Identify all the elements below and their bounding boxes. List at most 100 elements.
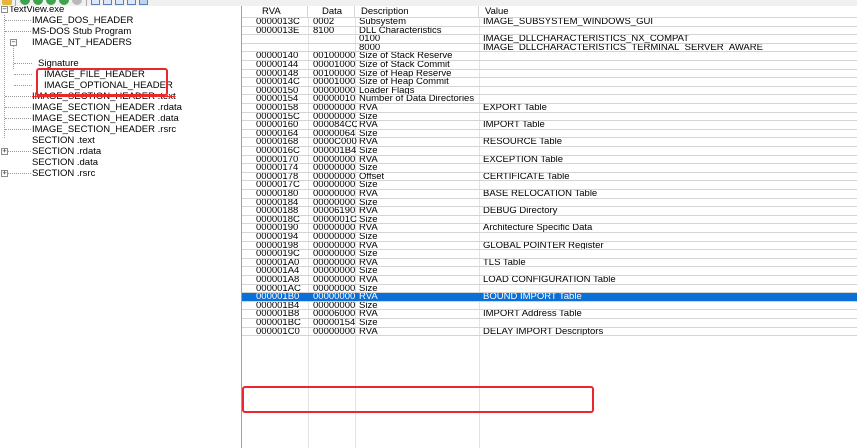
cell-data: 00000000 <box>313 241 356 251</box>
cell-description: Size <box>359 233 378 242</box>
cell-value: IMPORT Table <box>483 121 545 130</box>
table-row[interactable]: 0000016C 000001B4 Size <box>242 147 857 156</box>
table-row[interactable]: 000001B0 00000000 RVA BOUND IMPORT Table <box>242 293 857 302</box>
cell-data: 00000000 <box>313 155 356 165</box>
table-row[interactable]: 00000168 0000C000 RVA RESOURCE Table <box>242 138 857 147</box>
cell-rva: 00000180 <box>256 190 299 199</box>
cell-value <box>483 250 853 258</box>
cell-description: 8000 <box>359 43 381 53</box>
table-row[interactable]: 00000154 00000010 Number of Data Directori… <box>242 95 857 104</box>
column-header-description[interactable]: Description <box>355 6 479 17</box>
table-row[interactable]: 00000160 000084CC RVA IMPORT Table <box>242 121 857 130</box>
refresh-icon[interactable] <box>59 0 69 5</box>
table-row[interactable]: 0000017C 00000000 Size <box>242 181 857 190</box>
table-row[interactable]: 0000014C 00001000 Size of Heap Commit <box>242 78 857 87</box>
cell-data: 00000000 <box>313 327 356 337</box>
tree-guide <box>5 151 31 152</box>
expand-toggle-icon[interactable]: + <box>1 148 8 155</box>
table-row[interactable]: 000001BC 00000154 Size <box>242 319 857 328</box>
table-row[interactable]: 0000019C 00000000 Size <box>242 250 857 259</box>
tile-icon[interactable] <box>139 0 148 5</box>
grid-icon[interactable] <box>103 0 112 5</box>
column-header-value[interactable]: Value <box>479 6 857 17</box>
cell-description: Loader Flags <box>359 86 415 96</box>
cell-value <box>483 70 853 78</box>
back-icon[interactable] <box>20 0 30 5</box>
table-row[interactable]: 000001A8 00000000 RVA LOAD CONFIGURATION Ta… <box>242 276 857 285</box>
view-icon[interactable] <box>91 0 100 5</box>
collapse-toggle-icon[interactable]: − <box>1 6 8 13</box>
table-row[interactable]: 00000144 00001000 Size of Stack Commit <box>242 61 857 70</box>
open-folder-icon[interactable] <box>2 0 12 5</box>
tree-item-section-rdata[interactable]: SECTION .rdata <box>32 146 101 157</box>
forward-icon[interactable] <box>33 0 43 5</box>
tree-item-section-header-rsrc[interactable]: IMAGE_SECTION_HEADER .rsrc <box>32 124 176 135</box>
table-row[interactable]: 00000174 00000000 Size <box>242 164 857 173</box>
table-row[interactable]: 00000148 00100000 Size of Heap Reserve <box>242 70 857 79</box>
table-row[interactable]: 000001B4 00000000 Size <box>242 302 857 311</box>
cell-rva: 0000016C <box>256 147 300 156</box>
details-icon[interactable] <box>127 0 136 5</box>
cell-rva: 00000150 <box>256 86 299 96</box>
tree-item-section-header-data[interactable]: IMAGE_SECTION_HEADER .data <box>32 113 179 124</box>
table-row[interactable]: 00000180 00000000 RVA BASE RELOCATION Table <box>242 190 857 199</box>
table-row[interactable]: 0100 IMAGE_DLLCHARACTERISTICS_NX_COMPAT <box>242 35 857 44</box>
tree-item-nt-headers[interactable]: IMAGE_NT_HEADERS <box>32 37 132 48</box>
cell-value <box>483 87 853 95</box>
table-row[interactable]: 000001A0 00000000 RVA TLS Table <box>242 259 857 268</box>
cell-data: 00000000 <box>313 267 356 276</box>
cell-value <box>483 302 853 310</box>
tree-item-section-data[interactable]: SECTION .data <box>32 157 98 168</box>
stop-icon[interactable] <box>72 0 82 5</box>
table-row[interactable]: 00000178 00000000 Offset CERTIFICATE Table <box>242 173 857 182</box>
tree-item-dos-header[interactable]: IMAGE_DOS_HEADER <box>32 15 133 26</box>
table-row[interactable]: 00000170 00000000 RVA EXCEPTION Table <box>242 156 857 165</box>
cell-rva: 00000140 <box>256 52 299 61</box>
table-row[interactable]: 00000140 00100000 Size of Stack Reserve <box>242 52 857 61</box>
cell-rva: 000001BC <box>256 319 301 328</box>
cell-data: 00000000 <box>313 164 356 173</box>
expand-toggle-icon[interactable]: + <box>1 170 8 177</box>
cell-value: EXCEPTION Table <box>483 155 564 165</box>
table-row[interactable]: 00000194 00000000 Size <box>242 233 857 242</box>
table-row[interactable]: 0000013E 8100 DLL Characteristics <box>242 27 857 36</box>
table-row[interactable]: 00000188 00006190 RVA DEBUG Directory <box>242 207 857 216</box>
column-header-data[interactable]: Data <box>308 6 355 17</box>
table-row[interactable]: 00000158 00000000 RVA EXPORT Table <box>242 104 857 113</box>
table-row[interactable]: 00000190 00000000 RVA Architecture Specific… <box>242 224 857 233</box>
table-row[interactable]: 00000184 00000000 Size <box>242 199 857 208</box>
cell-rva: 0000017C <box>256 181 300 190</box>
cell-description: Size <box>359 181 378 190</box>
table-row[interactable]: 00000198 00000000 RVA GLOBAL POINTER Regist… <box>242 242 857 251</box>
cell-data: 00000000 <box>313 172 356 182</box>
table-row[interactable]: 0000015C 00000000 Size <box>242 113 857 122</box>
tree-item-dos-stub[interactable]: MS-DOS Stub Program <box>32 26 131 37</box>
table-row[interactable]: 000001A4 00000000 Size <box>242 267 857 276</box>
column-header-rva[interactable]: RVA <box>242 6 308 17</box>
tree-guide <box>14 85 32 86</box>
table-row[interactable]: 0000013C 0002 Subsystem IMAGE_SUBSYSTEM_WIN… <box>242 18 857 27</box>
tree-item-root[interactable]: TextView.exe <box>9 6 64 15</box>
up-icon[interactable] <box>46 0 56 5</box>
cell-rva: 00000154 <box>256 95 299 104</box>
table-row[interactable]: 00000150 00000000 Loader Flags <box>242 87 857 96</box>
tree-item-section-header-rdata[interactable]: IMAGE_SECTION_HEADER .rdata <box>32 102 182 113</box>
table-row[interactable]: 000001B8 00006000 RVA IMPORT Address Table <box>242 310 857 319</box>
cell-description: RVA <box>359 121 378 130</box>
cell-data: 00000000 <box>313 198 356 208</box>
table-row[interactable]: 0000018C 0000001C Size <box>242 216 857 225</box>
cell-value <box>483 285 853 293</box>
tree-panel: − TextView.exe IMAGE_DOS_HEADER MS-DOS S… <box>0 6 242 448</box>
cell-data: 00000000 <box>313 104 356 113</box>
table-row[interactable]: 000001AC 00000000 Size <box>242 285 857 294</box>
table-row[interactable]: 000001C0 00000000 RVA DELAY IMPORT Descript… <box>242 328 857 337</box>
tree-item-section-rsrc[interactable]: SECTION .rsrc <box>32 168 95 179</box>
collapse-toggle-icon[interactable]: − <box>10 39 17 46</box>
table-row[interactable]: 8000 IMAGE_DLLCHARACTERISTICS_TERMINAL_SE… <box>242 44 857 53</box>
cell-value: RESOURCE Table <box>483 138 563 147</box>
cell-value <box>483 52 853 60</box>
table-row[interactable]: 00000164 00000064 Size <box>242 130 857 139</box>
cell-value <box>483 199 853 207</box>
tree-item-section-text[interactable]: SECTION .text <box>32 135 95 146</box>
list-icon[interactable] <box>115 0 124 5</box>
